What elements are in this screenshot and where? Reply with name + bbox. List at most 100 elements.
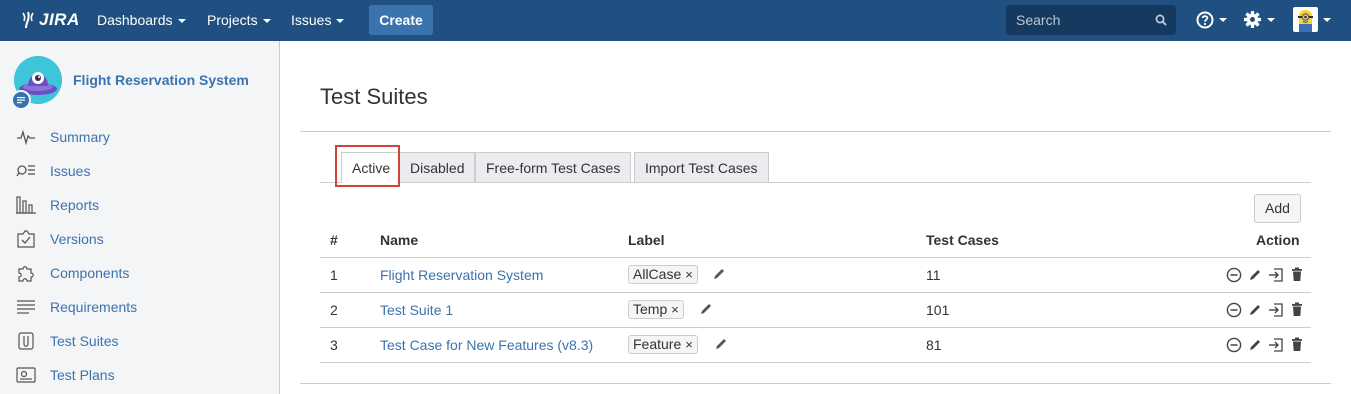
trash-icon[interactable] — [1288, 266, 1305, 283]
row-number: 2 — [330, 302, 338, 318]
sidebar-item-label: Summary — [50, 129, 110, 145]
jira-logo[interactable]: JIRA — [20, 10, 80, 30]
disable-icon[interactable] — [1225, 336, 1242, 353]
sidebar-item-label: Issues — [50, 163, 91, 179]
label-text: Temp — [633, 301, 668, 317]
remove-label-icon[interactable]: × — [671, 301, 679, 318]
column-header-action: Action — [1256, 232, 1300, 248]
gear-icon — [1243, 10, 1262, 29]
trash-icon[interactable] — [1288, 301, 1305, 318]
import-icon[interactable] — [1267, 266, 1284, 283]
reports-icon — [16, 195, 36, 215]
table-divider — [320, 362, 1311, 363]
divider — [300, 383, 1331, 384]
add-button[interactable]: Add — [1254, 194, 1301, 223]
nav-dashboards-label: Dashboards — [97, 12, 173, 28]
suite-name-link[interactable]: Flight Reservation System — [380, 267, 543, 283]
sidebar-item-test-plans[interactable]: Test Plans — [16, 363, 115, 387]
chevron-down-icon — [262, 19, 271, 24]
chevron-down-icon — [1219, 18, 1227, 22]
table-divider — [320, 327, 1311, 328]
remove-label-icon[interactable]: × — [685, 266, 693, 283]
search-box — [1006, 5, 1176, 35]
edit-label-pencil-icon[interactable] — [714, 337, 728, 351]
suite-name-link[interactable]: Test Suite 1 — [380, 302, 453, 318]
sidebar-item-issues[interactable]: Issues — [16, 159, 90, 183]
edit-label-pencil-icon[interactable] — [699, 302, 713, 316]
nav-projects[interactable]: Projects — [207, 12, 271, 28]
sidebar-item-label: Test Suites — [50, 333, 119, 349]
test-suites-icon — [16, 331, 36, 351]
nav-dashboards[interactable]: Dashboards — [97, 12, 186, 28]
page-title: Test Suites — [320, 84, 428, 109]
chevron-down-icon — [1267, 17, 1275, 22]
table-divider — [320, 292, 1311, 293]
sidebar-item-label: Components — [50, 265, 130, 281]
label-text: AllCase — [633, 266, 682, 282]
search-input[interactable] — [1006, 5, 1156, 35]
jira-logo-icon — [22, 11, 34, 29]
edit-pencil-icon[interactable] — [1246, 266, 1263, 283]
disable-icon[interactable] — [1225, 301, 1242, 318]
project-type-badge — [11, 90, 31, 110]
chevron-down-icon — [1323, 17, 1331, 22]
sidebar-item-summary[interactable]: Summary — [16, 125, 110, 149]
sidebar-item-components[interactable]: Components — [16, 261, 129, 285]
tab-import-test-cases[interactable]: Import Test Cases — [634, 152, 769, 183]
minion-avatar-icon — [1298, 10, 1313, 32]
issues-search-icon — [16, 161, 36, 181]
top-navigation-bar: JIRA Dashboards Projects Issues Create — [0, 0, 1351, 41]
puzzle-icon — [16, 263, 36, 283]
sidebar-item-test-suites[interactable]: Test Suites — [16, 329, 118, 353]
label-text: Feature — [633, 336, 682, 352]
project-sidebar: Flight Reservation System Summary Issues… — [0, 41, 280, 394]
disable-icon[interactable] — [1225, 266, 1242, 283]
tab-disabled[interactable]: Disabled — [399, 152, 476, 183]
document-lines-icon — [17, 97, 25, 104]
row-actions — [1225, 336, 1305, 353]
table-divider — [320, 257, 1311, 258]
settings-menu[interactable] — [1243, 10, 1275, 29]
tab-free-form-test-cases[interactable]: Free-form Test Cases — [475, 152, 632, 183]
sidebar-item-requirements[interactable]: Requirements — [16, 295, 137, 319]
remove-label-icon[interactable]: × — [685, 336, 693, 353]
import-icon[interactable] — [1267, 301, 1284, 318]
test-plans-icon — [16, 365, 36, 385]
row-number: 3 — [330, 337, 338, 353]
label-tag: Feature × — [628, 335, 698, 354]
chevron-down-icon — [177, 19, 186, 24]
nav-projects-label: Projects — [207, 12, 258, 28]
trash-icon[interactable] — [1288, 336, 1305, 353]
test-case-count: 81 — [926, 337, 942, 353]
suite-name-link[interactable]: Test Case for New Features (v8.3) — [380, 337, 593, 353]
column-header-test-cases: Test Cases — [926, 232, 999, 248]
sidebar-item-label: Versions — [50, 231, 104, 247]
import-icon[interactable] — [1267, 336, 1284, 353]
help-icon — [1196, 11, 1214, 29]
row-number: 1 — [330, 267, 338, 283]
nav-issues[interactable]: Issues — [291, 12, 345, 28]
sidebar-item-versions[interactable]: Versions — [16, 227, 104, 251]
column-header-name: Name — [380, 232, 419, 248]
column-header-number: # — [330, 232, 338, 248]
label-tag: Temp × — [628, 300, 684, 319]
user-menu[interactable] — [1293, 7, 1331, 32]
requirements-icon — [16, 297, 36, 317]
nav-issues-label: Issues — [291, 12, 332, 28]
test-case-count: 101 — [926, 302, 950, 318]
project-name[interactable]: Flight Reservation System — [73, 72, 249, 88]
edit-label-pencil-icon[interactable] — [712, 267, 726, 281]
sidebar-item-label: Reports — [50, 197, 100, 213]
create-button[interactable]: Create — [369, 5, 433, 35]
search-icon[interactable] — [1155, 14, 1167, 26]
sidebar-item-label: Test Plans — [50, 367, 115, 383]
avatar — [1293, 7, 1318, 32]
jira-logo-text: JIRA — [39, 10, 80, 29]
active-tab-highlight — [335, 145, 400, 187]
test-case-count: 11 — [926, 267, 941, 283]
help-menu[interactable] — [1196, 11, 1227, 29]
sidebar-item-reports[interactable]: Reports — [16, 193, 99, 217]
edit-pencil-icon[interactable] — [1246, 301, 1263, 318]
label-tag: AllCase × — [628, 265, 698, 284]
edit-pencil-icon[interactable] — [1246, 336, 1263, 353]
